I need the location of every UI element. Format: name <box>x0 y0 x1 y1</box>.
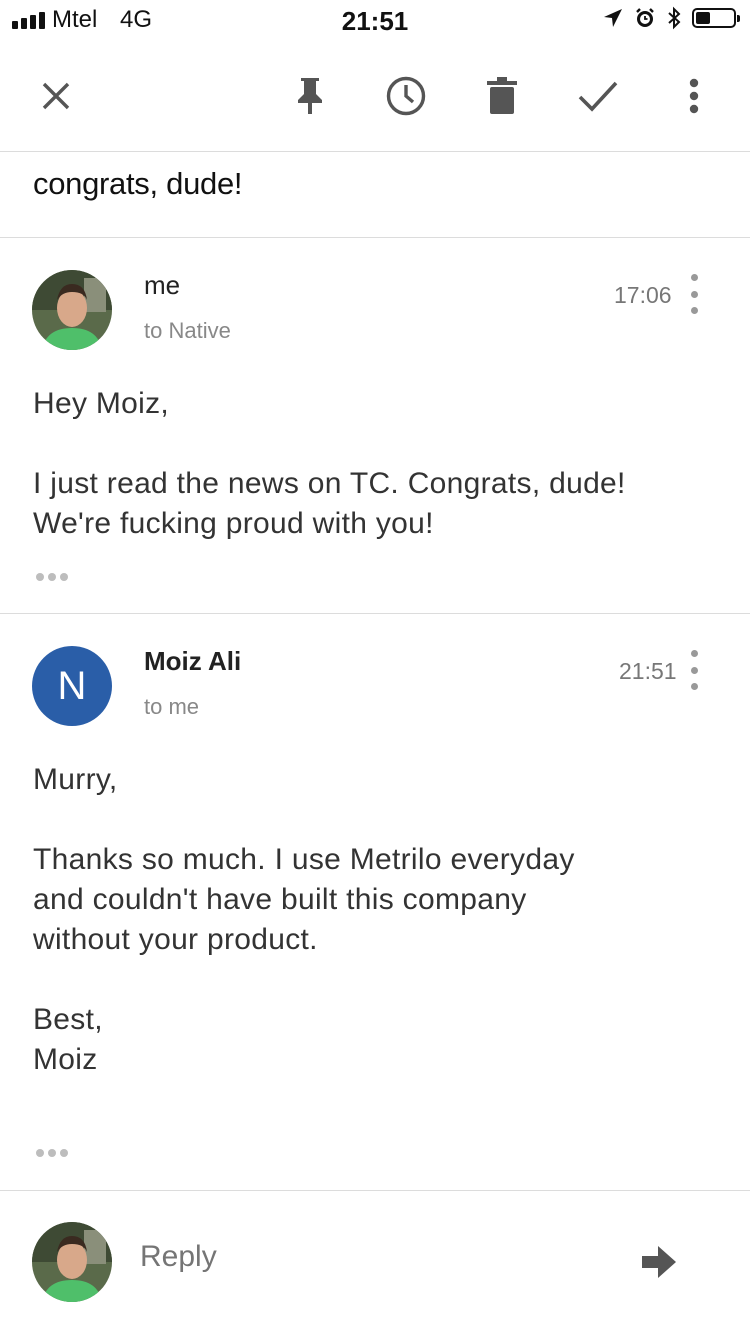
message-body: Hey Moiz, I just read the news on TC. Co… <box>33 387 626 540</box>
pin-button[interactable] <box>282 68 338 124</box>
divider <box>0 613 750 614</box>
dot <box>690 683 698 690</box>
more-vertical-icon <box>689 78 699 114</box>
status-icons <box>602 6 740 30</box>
dot <box>690 274 698 281</box>
close-icon <box>42 82 70 110</box>
pin-icon <box>298 78 322 114</box>
dot <box>690 666 698 674</box>
snooze-button[interactable] <box>378 68 434 124</box>
done-check-icon <box>578 81 618 112</box>
show-trimmed-content-button[interactable] <box>36 1149 68 1157</box>
divider <box>0 151 750 152</box>
reply-input[interactable] <box>140 1240 560 1274</box>
message-time: 17:06 <box>614 282 672 308</box>
sender-name: Moiz Ali <box>144 646 242 676</box>
recipient-label[interactable]: to me <box>144 694 199 720</box>
email-subject: congrats, dude! <box>33 166 243 201</box>
trash-icon <box>487 77 517 114</box>
divider <box>0 1190 750 1191</box>
recipient-label[interactable]: to Native <box>144 318 231 344</box>
toolbar <box>0 46 750 150</box>
sender-name: me <box>144 270 181 300</box>
done-button[interactable] <box>570 68 626 124</box>
show-trimmed-content-button[interactable] <box>36 573 68 581</box>
message-more-button[interactable] <box>684 274 704 314</box>
send-arrow-icon <box>642 1246 676 1278</box>
snooze-clock-icon <box>386 76 426 116</box>
send-button[interactable] <box>636 1240 682 1284</box>
message-time: 21:51 <box>619 658 677 684</box>
dot <box>690 307 698 314</box>
location-arrow-icon <box>604 9 622 27</box>
close-button[interactable] <box>28 68 84 124</box>
divider <box>0 237 750 238</box>
status-bar: Mtel 4G 21:51 <box>0 0 750 40</box>
dot <box>690 290 698 298</box>
delete-button[interactable] <box>474 68 530 124</box>
bluetooth-icon <box>668 6 681 30</box>
avatar <box>32 1222 112 1302</box>
more-options-button[interactable] <box>666 68 722 124</box>
dot <box>690 650 698 657</box>
avatar[interactable] <box>32 270 112 350</box>
avatar[interactable]: N <box>32 646 112 726</box>
message-body: Murry, Thanks so much. I use Metrilo eve… <box>33 763 575 1076</box>
battery-icon <box>692 8 740 28</box>
message-more-button[interactable] <box>684 650 704 690</box>
alarm-icon <box>636 8 654 27</box>
